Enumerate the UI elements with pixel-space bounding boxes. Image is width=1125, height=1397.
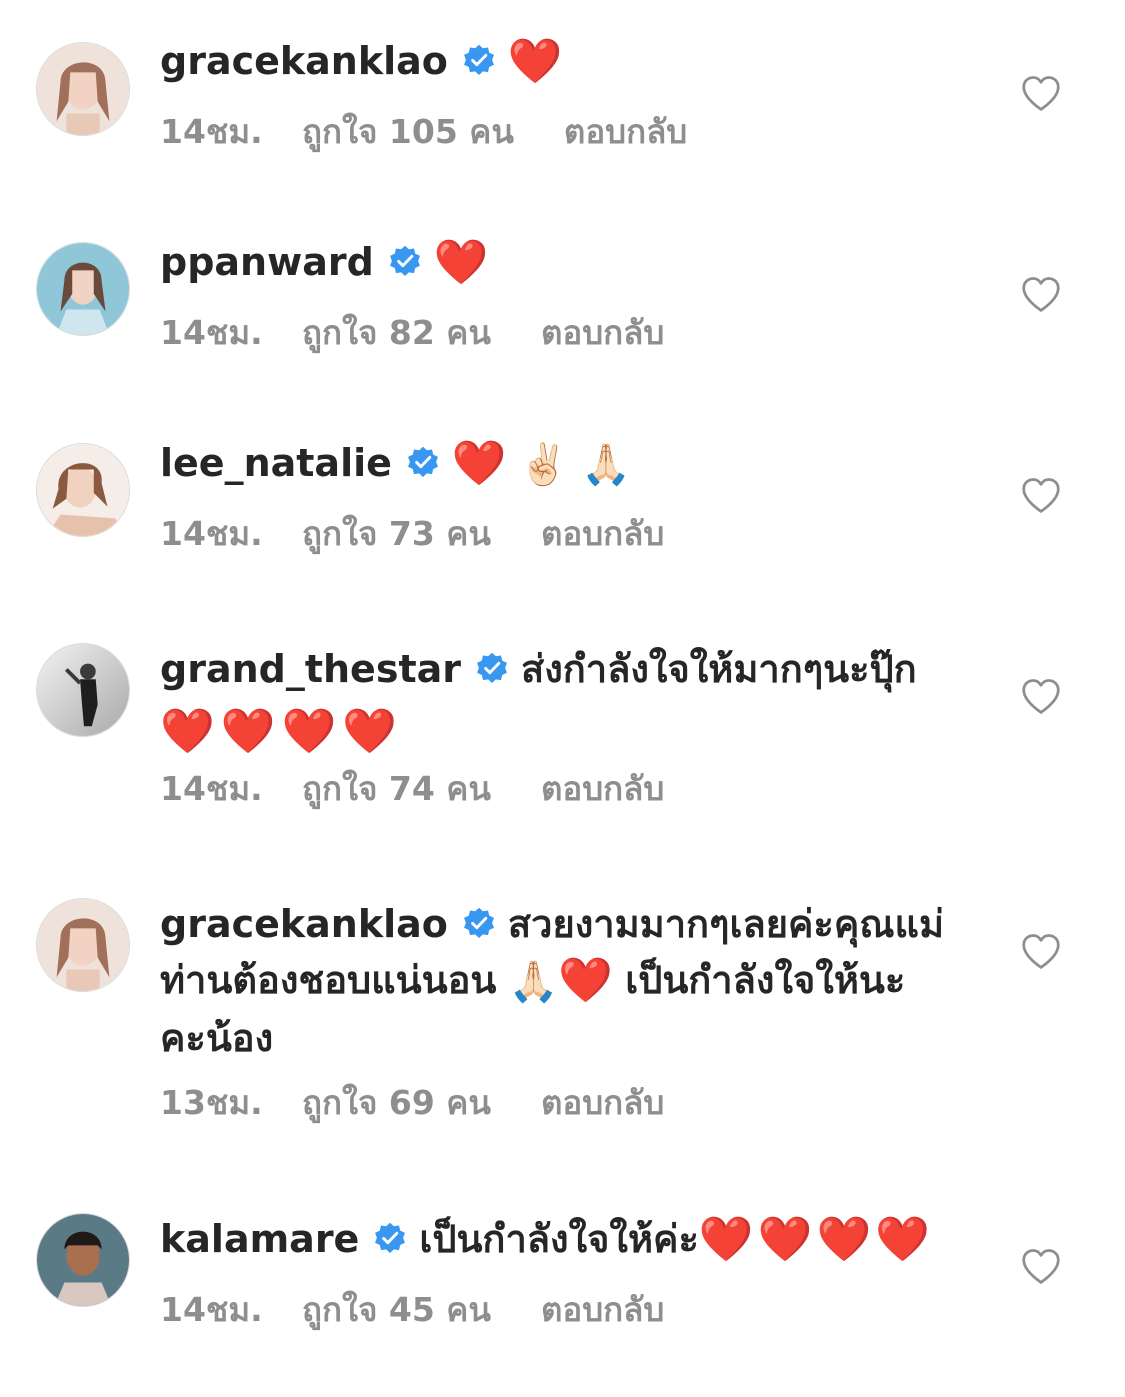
comment-body: ppanward ❤️ (160, 234, 960, 291)
comment-time: 14ชม. (160, 112, 263, 151)
verified-badge-icon (388, 244, 422, 278)
comment-body: gracekanklao ❤️ (160, 33, 960, 90)
comment-meta: 14ชม. ถูกใจ 73 คน ตอบกลับ (160, 514, 664, 554)
reply-button[interactable]: ตอบกลับ (541, 514, 664, 554)
comment-text: เป็นกำลังใจให้ค่ะ (419, 1217, 699, 1261)
verified-badge-icon (373, 1221, 407, 1255)
peace-prayer-emoji: ✌🏻 🙏🏻 (518, 442, 632, 488)
likes-count[interactable]: ถูกใจ 105 คน (302, 112, 514, 152)
comment-meta: 13ชม. ถูกใจ 69 คน ตอบกลับ (160, 1083, 664, 1123)
username[interactable]: kalamare (160, 1217, 359, 1261)
comment-meta: 14ชม. ถูกใจ 105 คน ตอบกลับ (160, 112, 687, 152)
prayer-emoji: 🙏🏻 (508, 959, 559, 1005)
hearts-emoji: ❤️❤️❤️❤️ (698, 1214, 935, 1265)
avatar[interactable] (36, 242, 130, 336)
heart-emoji: ❤️ (507, 36, 563, 87)
comment-line: gracekanklao ❤️ (160, 33, 960, 90)
comment-line: gracekanklao สวยงามมากๆเลยค่ะคุณแม่ (160, 896, 960, 952)
likes-count[interactable]: ถูกใจ 82 คน (302, 313, 491, 353)
comment-text: เป็นกำลังใจให้นะ (625, 958, 906, 1002)
comment-text: คะน้อง (160, 1016, 274, 1060)
heart-outline-icon[interactable] (1020, 1247, 1062, 1285)
likes-count[interactable]: ถูกใจ 69 คน (302, 1083, 491, 1123)
heart-outline-icon[interactable] (1020, 476, 1062, 514)
likes-count[interactable]: ถูกใจ 73 คน (302, 514, 491, 554)
comment-text: สวยงามมากๆเลยค่ะคุณแม่ (507, 902, 945, 946)
username[interactable]: gracekanklao (160, 39, 448, 83)
likes-count[interactable]: ถูกใจ 74 คน (302, 769, 491, 809)
comment-time: 14ชม. (160, 313, 263, 352)
comment-time: 13ชม. (160, 1083, 263, 1122)
username[interactable]: lee_natalie (160, 441, 392, 485)
comment-meta: 14ชม. ถูกใจ 45 คน ตอบกลับ (160, 1290, 664, 1330)
avatar[interactable] (36, 643, 130, 737)
avatar[interactable] (36, 1213, 130, 1307)
avatar[interactable] (36, 898, 130, 992)
verified-badge-icon (406, 445, 440, 479)
username[interactable]: gracekanklao (160, 902, 448, 946)
comment-line: kalamare เป็นกำลังใจให้ค่ะ❤️❤️❤️❤️ (160, 1211, 960, 1268)
comment-time: 14ชม. (160, 769, 263, 808)
comment-time: 14ชม. (160, 514, 263, 553)
reply-button[interactable]: ตอบกลับ (564, 112, 687, 152)
comment-text: ท่านต้องชอบแน่นอน (160, 958, 497, 1002)
reply-button[interactable]: ตอบกลับ (541, 1290, 664, 1330)
reply-button[interactable]: ตอบกลับ (541, 769, 664, 809)
avatar[interactable] (36, 443, 130, 537)
comment-line: lee_natalie ❤️ ✌🏻 🙏🏻 (160, 435, 960, 493)
hearts-emoji: ❤️❤️❤️❤️ (160, 706, 404, 757)
username[interactable]: grand_thestar (160, 647, 461, 691)
comment-body: grand_thestar ส่งกำลังใจให้มากๆนะปุ๊ก ❤️❤… (160, 641, 960, 760)
comment-body: kalamare เป็นกำลังใจให้ค่ะ❤️❤️❤️❤️ (160, 1211, 960, 1268)
comment-meta: 14ชม. ถูกใจ 74 คน ตอบกลับ (160, 769, 664, 809)
comment-time: 14ชม. (160, 1290, 263, 1329)
heart-emoji: ❤️ (433, 237, 489, 288)
comment-body: lee_natalie ❤️ ✌🏻 🙏🏻 (160, 435, 960, 493)
avatar[interactable] (36, 42, 130, 136)
comment-line: ท่านต้องชอบแน่นอน 🙏🏻❤️ เป็นกำลังใจให้นะ (160, 952, 960, 1010)
comment-line: คะน้อง (160, 1010, 960, 1066)
heart-emoji: ❤️ (558, 955, 614, 1006)
username[interactable]: ppanward (160, 240, 374, 284)
verified-badge-icon (475, 651, 509, 685)
reply-button[interactable]: ตอบกลับ (541, 1083, 664, 1123)
comment-line: ❤️❤️❤️❤️ (160, 703, 960, 760)
comment-line: ppanward ❤️ (160, 234, 960, 291)
reply-button[interactable]: ตอบกลับ (541, 313, 664, 353)
comment-line: grand_thestar ส่งกำลังใจให้มากๆนะปุ๊ก (160, 641, 960, 697)
heart-outline-icon[interactable] (1020, 275, 1062, 313)
heart-outline-icon[interactable] (1020, 677, 1062, 715)
comment-meta: 14ชม. ถูกใจ 82 คน ตอบกลับ (160, 313, 664, 353)
heart-outline-icon[interactable] (1020, 74, 1062, 112)
verified-badge-icon (462, 906, 496, 940)
likes-count[interactable]: ถูกใจ 45 คน (302, 1290, 491, 1330)
verified-badge-icon (462, 43, 496, 77)
heart-emoji: ❤️ (451, 438, 507, 489)
comment-body: gracekanklao สวยงามมากๆเลยค่ะคุณแม่ ท่านต… (160, 896, 960, 1066)
comment-text: ส่งกำลังใจให้มากๆนะปุ๊ก (521, 647, 917, 691)
heart-outline-icon[interactable] (1020, 932, 1062, 970)
